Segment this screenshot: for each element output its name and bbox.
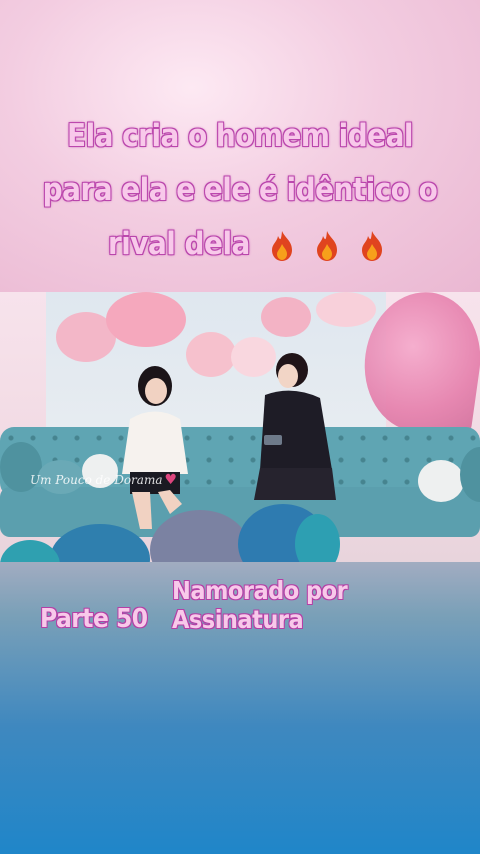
video-frame[interactable]: Um Pouco de Dorama ♥ xyxy=(0,292,480,562)
fire-icon xyxy=(272,230,293,261)
fire-icon xyxy=(362,230,383,261)
caption-line-2: para ela e ele é idêntico o xyxy=(42,172,438,208)
fire-icon xyxy=(317,230,338,261)
cushion xyxy=(418,460,464,502)
watermark-text: Um Pouco de Dorama xyxy=(30,473,163,487)
caption-line-3-wrapper: rival dela xyxy=(108,226,468,262)
part-label: Parte 50 xyxy=(40,604,148,634)
flower-decoration xyxy=(316,292,376,327)
flower-decoration xyxy=(261,297,311,337)
person-left xyxy=(122,366,188,529)
person-right xyxy=(254,353,336,500)
caption-line-3: rival dela xyxy=(108,226,250,262)
flower-decoration xyxy=(106,292,186,347)
watermark: Um Pouco de Dorama ♥ xyxy=(30,472,177,488)
heart-icon: ♥ xyxy=(164,472,178,488)
caption-line-1: Ela cria o homem ideal xyxy=(67,118,413,154)
ottoman xyxy=(0,540,60,562)
series-title: Namorado por Assinatura xyxy=(172,576,348,634)
